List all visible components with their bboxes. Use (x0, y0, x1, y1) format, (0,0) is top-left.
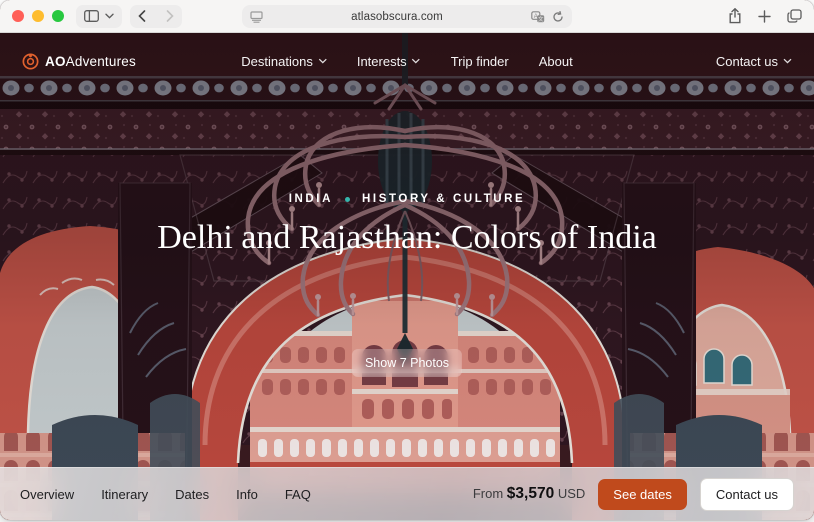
page-menu-icon[interactable] (250, 10, 263, 23)
tab-itinerary[interactable]: Itinerary (101, 487, 148, 502)
traffic-lights (12, 10, 64, 22)
nav-links: Destinations Interests Trip finder About (241, 54, 572, 69)
url-text: atlasobscura.com (351, 10, 443, 23)
zoom-icon[interactable] (52, 10, 64, 22)
reload-icon[interactable] (552, 10, 564, 23)
back-icon[interactable] (138, 10, 146, 22)
chevron-down-icon (105, 13, 114, 19)
price-from: From $3,570 USD (473, 485, 585, 503)
history-nav (130, 4, 182, 28)
nav-link-label: Trip finder (450, 53, 509, 69)
breadcrumb-country[interactable]: INDIA (289, 193, 333, 205)
tab-overview[interactable]: Overview (20, 487, 74, 502)
page-content: AOAdventures Destinations Interests Trip… (0, 33, 814, 520)
tab-overview-icon[interactable] (787, 9, 802, 23)
minimize-icon[interactable] (32, 10, 44, 22)
trip-action-bar: Overview Itinerary Dates Info FAQ From $… (0, 467, 814, 520)
logo-text: AOAdventures (45, 54, 136, 69)
nav-link-label: Destinations (241, 53, 313, 69)
nav-contact-us[interactable]: Contact us (716, 54, 792, 69)
nav-link-destinations[interactable]: Destinations (241, 54, 327, 69)
close-icon[interactable] (12, 10, 24, 22)
nav-link-interests[interactable]: Interests (357, 54, 421, 69)
atlas-obscura-logo-icon (22, 53, 39, 69)
page-title: Delhi and Rajasthan: Colors of India (157, 219, 657, 256)
forward-icon[interactable] (166, 10, 174, 22)
tab-faq[interactable]: FAQ (285, 487, 311, 502)
hero-photo (0, 33, 814, 520)
contact-us-button[interactable]: Contact us (699, 477, 794, 511)
nav-link-about[interactable]: About (539, 54, 573, 69)
browser-window: atlasobscura.com A文 AOAdventures Destina… (0, 0, 814, 520)
translate-icon[interactable]: A文 (531, 10, 545, 23)
show-photos-button[interactable]: Show 7 Photos (351, 349, 463, 377)
price-currency: USD (557, 486, 586, 501)
nav-link-label: About (538, 53, 573, 69)
new-tab-icon[interactable] (758, 9, 771, 23)
price-prefix: From (472, 486, 504, 501)
price-amount: $3,570 (506, 485, 555, 502)
logo-rest: Adventures (65, 53, 136, 69)
browser-toolbar: atlasobscura.com A文 (0, 0, 814, 33)
share-icon[interactable] (728, 8, 742, 24)
sidebar-toggle[interactable] (76, 4, 122, 28)
site-navbar: AOAdventures Destinations Interests Trip… (0, 42, 814, 80)
nav-link-trip-finder[interactable]: Trip finder (451, 54, 509, 69)
tab-dates[interactable]: Dates (175, 487, 209, 502)
sidebar-icon (84, 10, 99, 22)
logo-bold: AO (45, 53, 66, 69)
see-dates-button[interactable]: See dates (598, 478, 687, 510)
breadcrumb-category[interactable]: HISTORY & CULTURE (362, 193, 525, 205)
breadcrumb-dot-icon (345, 196, 351, 202)
chevron-down-icon (783, 58, 792, 64)
chevron-down-icon (318, 58, 327, 64)
trip-tabs: Overview Itinerary Dates Info FAQ (20, 487, 311, 502)
nav-link-label: Interests (356, 53, 407, 69)
chevron-down-icon (412, 58, 421, 64)
logo[interactable]: AOAdventures (22, 53, 136, 70)
tab-info[interactable]: Info (236, 487, 258, 502)
nav-link-label: Contact us (715, 53, 778, 69)
breadcrumb: INDIA HISTORY & CULTURE (0, 193, 814, 205)
address-bar[interactable]: atlasobscura.com A文 (242, 5, 572, 28)
trip-actions: From $3,570 USD See dates Contact us (473, 477, 794, 511)
svg-text:文: 文 (538, 14, 544, 22)
